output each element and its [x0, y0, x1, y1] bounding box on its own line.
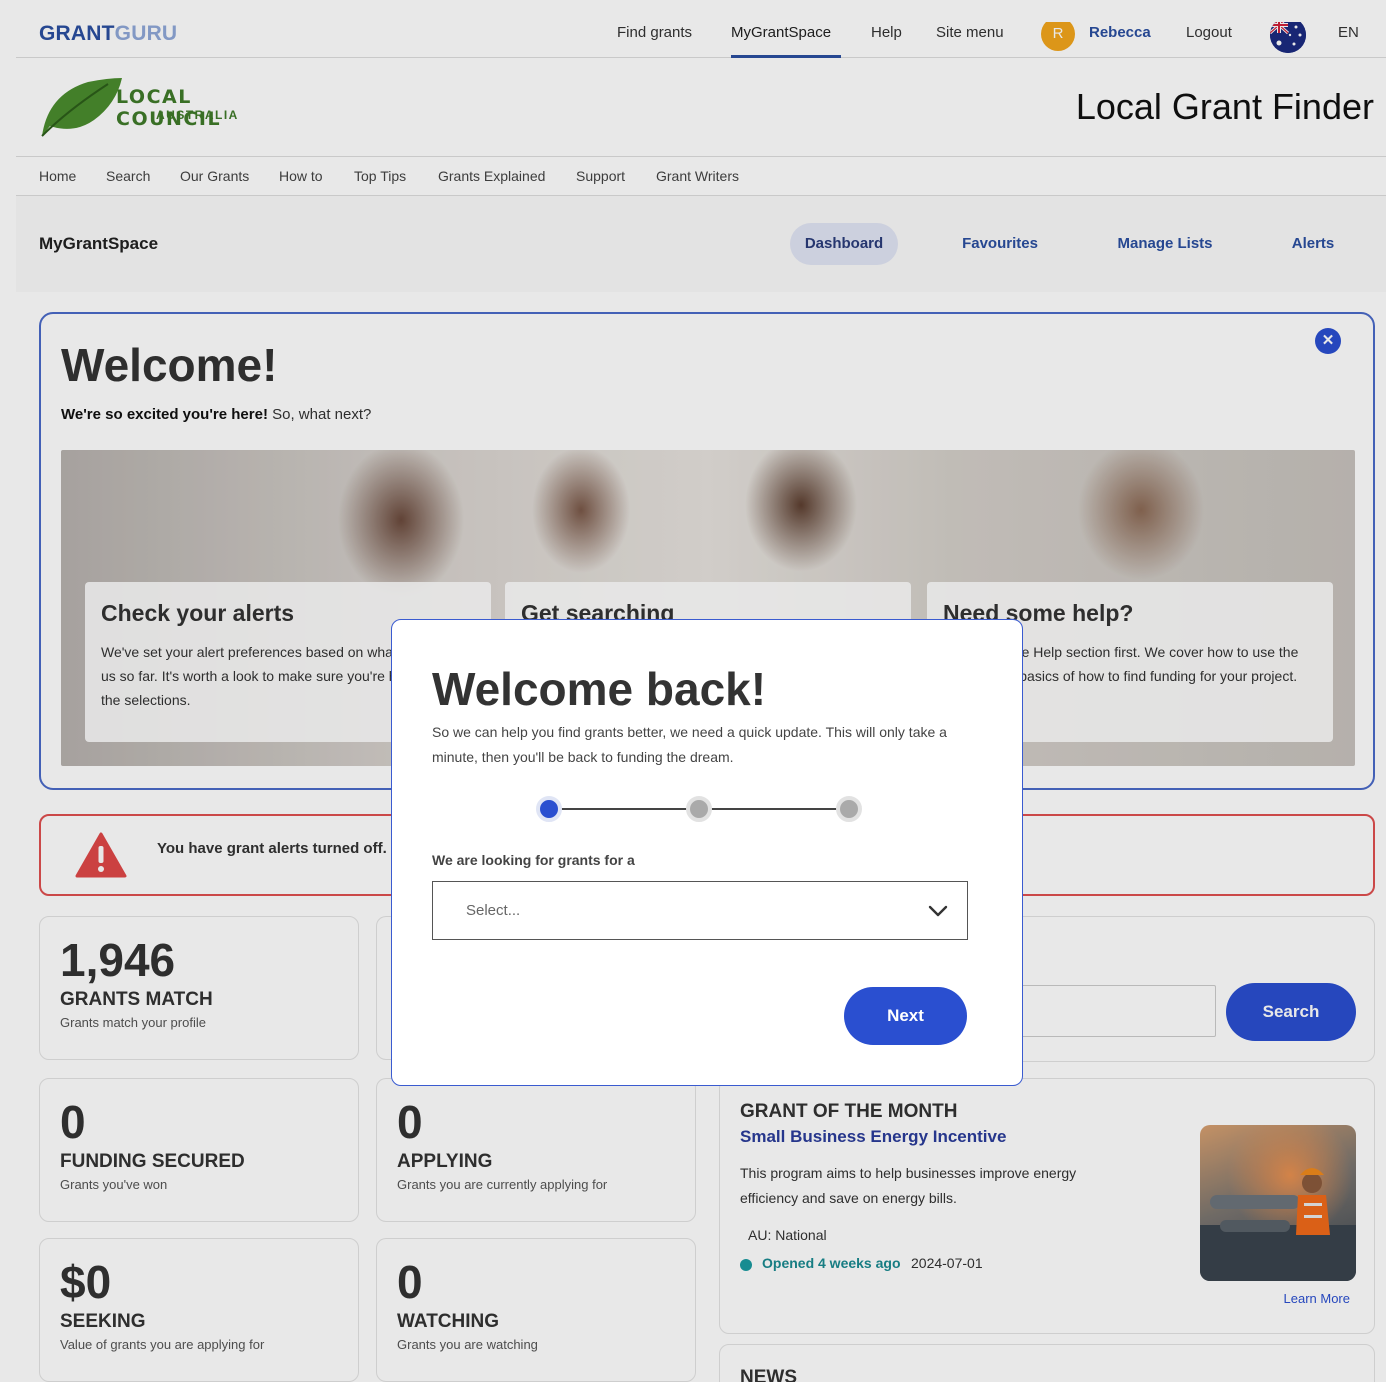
step-2 [686, 796, 712, 822]
modal-subtitle: So we can help you find grants better, w… [432, 724, 947, 765]
modal-title: Welcome back! [432, 663, 767, 715]
next-button[interactable]: Next [844, 987, 967, 1045]
grant-type-select[interactable]: Select... [432, 881, 968, 940]
step-3 [836, 796, 862, 822]
chevron-down-icon [928, 905, 948, 917]
step-1 [536, 796, 562, 822]
welcome-back-modal: Welcome back! So we can help you find gr… [391, 619, 1023, 1086]
grant-type-label: We are looking for grants for a [432, 852, 635, 868]
select-placeholder: Select... [466, 902, 521, 919]
